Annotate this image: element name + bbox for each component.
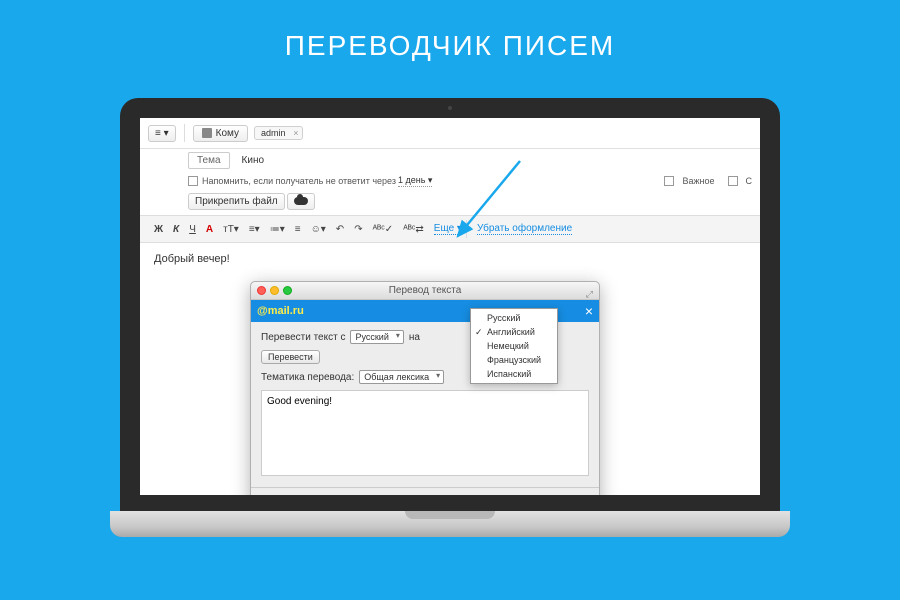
topic-label: Тематика перевода: <box>261 372 354 383</box>
laptop-mockup: ≡ ▾ Кому admin × Тема Кино Напомнить, <box>110 98 790 558</box>
remind-checkbox[interactable] <box>188 176 198 186</box>
hamburger-button[interactable]: ≡ ▾ <box>148 125 176 142</box>
font-size-button[interactable]: тТ▾ <box>219 222 243 237</box>
translation-result-textarea[interactable] <box>261 390 589 476</box>
to-label: на <box>409 332 420 343</box>
separator <box>466 220 467 238</box>
laptop-frame: ≡ ▾ Кому admin × Тема Кино Напомнить, <box>120 98 780 513</box>
list-button[interactable]: ≔▾ <box>266 222 289 237</box>
subject-label: Тема <box>188 152 230 169</box>
subject-input[interactable]: Кино <box>236 153 271 168</box>
compose-header-row: ≡ ▾ Кому admin × <box>140 118 760 149</box>
remind-days-dropdown[interactable]: 1 день ▾ <box>398 175 432 187</box>
translate-action-button[interactable]: Перевести <box>261 350 320 364</box>
clear-formatting-button[interactable]: Убрать оформление <box>477 223 572 235</box>
subject-row: Тема Кино <box>140 149 760 172</box>
recipient-text: admin <box>261 128 286 138</box>
target-lang-dropdown-menu: Русский Английский Немецкий Французский … <box>470 308 558 384</box>
italic-button[interactable]: К <box>169 222 183 237</box>
attach-file-button[interactable]: Прикрепить файл <box>188 193 285 210</box>
translate-button[interactable]: ᴬᴮᶜ⇄ <box>399 222 428 237</box>
mailru-logo: @mail.ru <box>257 305 304 317</box>
traffic-lights <box>257 286 292 295</box>
topic-select[interactable]: Общая лексика <box>359 370 444 384</box>
underline-button[interactable]: Ч <box>185 222 200 237</box>
indent-button[interactable]: ≡ <box>291 222 305 237</box>
redo-button[interactable]: ↷ <box>350 222 366 237</box>
lang-option[interactable]: Испанский <box>471 367 557 381</box>
emoji-button[interactable]: ☺▾ <box>307 222 330 237</box>
avatar-icon <box>202 128 212 138</box>
source-lang-select[interactable]: Русский <box>350 330 403 344</box>
attach-cloud-button[interactable] <box>287 193 315 210</box>
translate-from-label: Перевести текст с <box>261 332 345 343</box>
compose-body[interactable]: Добрый вечер! <box>140 243 760 275</box>
important-checkbox[interactable] <box>664 176 674 186</box>
remind-text: Напомнить, если получатель не ответит че… <box>202 176 396 186</box>
to-label: Кому <box>216 128 239 139</box>
cloud-icon <box>294 197 308 205</box>
undo-button[interactable]: ↶ <box>332 222 348 237</box>
lang-option[interactable]: Немецкий <box>471 339 557 353</box>
dialog-footer: ©Перевод обеспечивает Translate.Ru Сохра… <box>251 487 599 495</box>
to-button[interactable]: Кому <box>193 125 248 142</box>
laptop-base <box>110 511 790 537</box>
important-label: Важное <box>682 176 714 186</box>
dialog-titlebar[interactable]: Перевод текста ⤢ <box>251 282 599 300</box>
zoom-traffic-icon[interactable] <box>283 286 292 295</box>
remind-row: Напомнить, если получатель не ответит че… <box>140 172 760 193</box>
screen: ≡ ▾ Кому admin × Тема Кино Напомнить, <box>140 118 760 495</box>
recipient-chip[interactable]: admin × <box>254 126 303 140</box>
laptop-notch <box>405 511 495 519</box>
text-color-button[interactable]: А <box>202 222 217 237</box>
lang-option[interactable]: Английский <box>471 325 557 339</box>
more-button[interactable]: Еще ▾ <box>434 223 462 235</box>
chip-remove-icon[interactable]: × <box>293 128 298 138</box>
dialog-close-icon[interactable]: × <box>585 303 593 319</box>
align-button[interactable]: ≡▾ <box>245 222 264 237</box>
page-title: ПЕРЕВОДЧИК ПИСЕМ <box>0 0 900 62</box>
extra-checkbox[interactable] <box>728 176 738 186</box>
close-traffic-icon[interactable] <box>257 286 266 295</box>
extra-label-cut: С <box>746 176 753 186</box>
editor-toolbar: Ж К Ч А тТ▾ ≡▾ ≔▾ ≡ ☺▾ ↶ ↷ ᴬᴮᶜ✓ ᴬᴮᶜ⇄ Еще… <box>140 215 760 243</box>
attach-row: Прикрепить файл <box>140 193 760 215</box>
lang-option[interactable]: Французский <box>471 353 557 367</box>
bold-button[interactable]: Ж <box>150 222 167 237</box>
spellcheck-button[interactable]: ᴬᴮᶜ✓ <box>369 222 398 237</box>
separator <box>184 124 185 142</box>
camera-dot <box>448 106 452 110</box>
dialog-title: Перевод текста <box>389 285 462 296</box>
lang-option[interactable]: Русский <box>471 311 557 325</box>
minimize-traffic-icon[interactable] <box>270 286 279 295</box>
